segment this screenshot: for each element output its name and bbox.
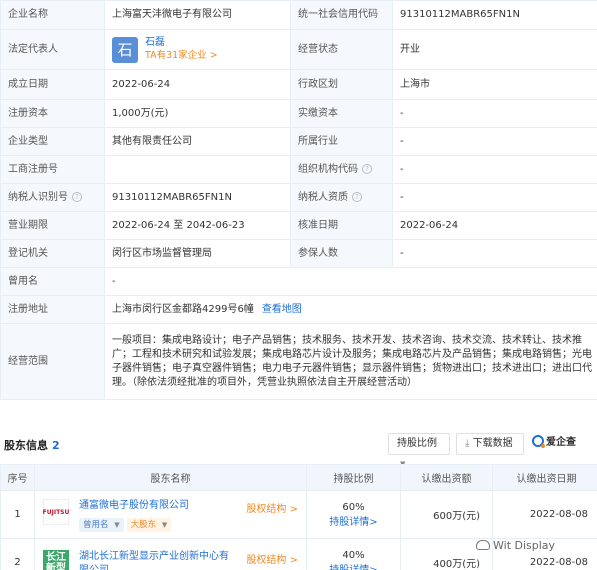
shareholder-cell: 长江新型 湖北长江新型显示产业创新中心有限公司 股权结构 > [34,538,307,570]
insured-value: - [392,239,597,268]
holding-detail-link[interactable]: 持股详情> [307,561,400,570]
company-name-label: 企业名称 [0,0,105,30]
paid-capital-label: 实缴资本 [290,99,393,128]
legal-rep-name-link[interactable]: 石磊 [145,36,218,49]
date-value: 2022-08-08 [492,490,597,539]
status-value: 开业 [392,29,597,70]
shareholders-header: 股东信息 2 持股比例▼ ⤓ 下载数据 爱企查 [0,430,597,468]
download-button[interactable]: ⤓ 下载数据 [456,433,524,455]
col-header-name: 股东名称 [34,464,307,491]
percent-cell: 40% 持股详情> [306,538,401,570]
col-header-index: 序号 [0,464,35,491]
paid-capital-value: - [392,99,597,128]
company-type-value: 其他有限责任公司 [104,127,291,156]
approval-value: 2022-06-24 [392,211,597,240]
taxpayer-id-value: 91310112MABR65FN1N [104,183,291,212]
col-header-amount: 认缴出资额 [400,464,493,491]
help-icon[interactable]: ? [352,191,362,202]
founded-label: 成立日期 [0,69,105,100]
col-header-percent: 持股比例 [306,464,401,491]
scope-label: 经营范围 [0,323,105,400]
legal-rep-avatar[interactable]: 石 [112,36,138,63]
taxpayer-id-label-text: 纳税人识别号 [8,191,68,203]
legal-rep-cell: 石 石磊 TA有31家企业 > [104,29,291,70]
former-name-label: 曾用名 [0,267,105,296]
help-icon[interactable]: ? [362,163,372,174]
org-code-label-text: 组织机构代码 [298,163,358,175]
industry-value: - [392,127,597,156]
reg-no-value [104,155,291,184]
legal-rep-label: 法定代表人 [0,29,105,70]
download-icon: ⤓ [465,438,473,449]
shareholders-count: 2 [52,439,60,452]
chevron-down-icon: ▼ [161,521,168,529]
chevron-down-icon: ▼ [114,521,120,529]
region-label: 行政区划 [290,69,393,100]
org-code-label: 组织机构代码? [290,155,393,184]
wechat-icon [476,540,490,550]
reg-no-label: 工商注册号 [0,155,105,184]
ratio-dropdown[interactable]: 持股比例▼ [388,433,450,468]
taxpayer-id-label: 纳税人识别号? [0,183,105,212]
business-info-table: 企业名称 上海富天沣微电子有限公司 统一社会信用代码 91310112MABR6… [0,0,597,400]
major-shareholder-tag-label: 大股东 [130,520,157,530]
company-logo: FUJITSU [43,499,69,525]
authority-value: 闵行区市场监督管理局 [104,239,291,268]
credit-code-label: 统一社会信用代码 [290,0,393,30]
region-value: 上海市 [392,69,597,100]
percent-value: 40% [342,549,365,561]
shareholders-title-text: 股东信息 [4,439,48,452]
watermark: Wit Display [476,538,586,554]
percent-value: 60% [342,501,365,513]
view-map-link[interactable]: 查看地图 [262,304,302,315]
former-name-tag[interactable]: 曾用名 ▼ [79,518,124,532]
aiqicha-icon [532,435,545,448]
equity-structure-link[interactable]: 股权结构 > [246,551,298,566]
authority-label: 登记机关 [0,239,105,268]
insured-label: 参保人数 [290,239,393,268]
former-name-tag-label: 曾用名 [83,520,109,530]
aiqicha-label: 爱企查 [546,437,576,448]
scope-value: 一般项目：集成电路设计；电子产品销售；技术服务、技术开发、技术咨询、技术交流、技… [104,323,597,400]
reg-capital-value: 1,000万(元) [104,99,291,128]
table-row: 1 FUJITSU 通富微电子股份有限公司 曾用名 ▼ 大股东 ▼ 股权结构 > … [0,490,597,539]
address-label: 注册地址 [0,295,105,324]
org-code-value: - [392,155,597,184]
help-icon[interactable]: ? [72,191,82,202]
taxpayer-qual-label: 纳税人资质? [290,183,393,212]
row-index: 1 [0,490,35,539]
industry-label: 所属行业 [290,127,393,156]
approval-label: 核准日期 [290,211,393,240]
holding-detail-link[interactable]: 持股详情> [307,513,400,528]
legal-rep-companies-link[interactable]: TA有31家企业 > [145,49,218,63]
company-type-label: 企业类型 [0,127,105,156]
watermark-text: Wit Display [493,539,556,552]
reg-capital-label: 注册资本 [0,99,105,128]
company-logo: 长江新型 [43,549,69,570]
row-index: 2 [0,538,35,570]
company-name-value: 上海富天沣微电子有限公司 [104,0,291,30]
equity-structure-link[interactable]: 股权结构 > [246,500,298,515]
address-value: 上海市闵行区金都路4299号6幢 [112,303,254,315]
shareholders-table: 序号 股东名称 持股比例 认缴出资额 认缴出资日期 1 FUJITSU 通富微电… [0,464,597,570]
percent-cell: 60% 持股详情> [306,490,401,539]
term-label: 营业期限 [0,211,105,240]
download-label: 下载数据 [472,438,513,449]
major-shareholder-tag[interactable]: 大股东 ▼ [126,518,172,532]
founded-value: 2022-06-24 [104,69,291,100]
credit-code-value: 91310112MABR65FN1N [392,0,597,30]
shareholder-name-link[interactable]: 湖北长江新型显示产业创新中心有限公司 [79,550,229,570]
col-header-date: 认缴出资日期 [492,464,597,491]
shareholder-cell: FUJITSU 通富微电子股份有限公司 曾用名 ▼ 大股东 ▼ 股权结构 > [34,490,307,539]
ratio-dropdown-label: 持股比例 [397,438,437,449]
status-label: 经营状态 [290,29,393,70]
term-value: 2022-06-24 至 2042-06-23 [104,211,291,240]
aiqicha-logo[interactable]: 爱企查 [532,433,597,455]
former-name-value: - [104,267,597,296]
amount-value: 600万(元) [400,490,493,539]
address-cell: 上海市闵行区金都路4299号6幢 查看地图 [104,295,597,324]
taxpayer-qual-label-text: 纳税人资质 [298,191,348,203]
taxpayer-qual-value: - [392,183,597,212]
shareholders-title: 股东信息 2 [4,437,60,453]
